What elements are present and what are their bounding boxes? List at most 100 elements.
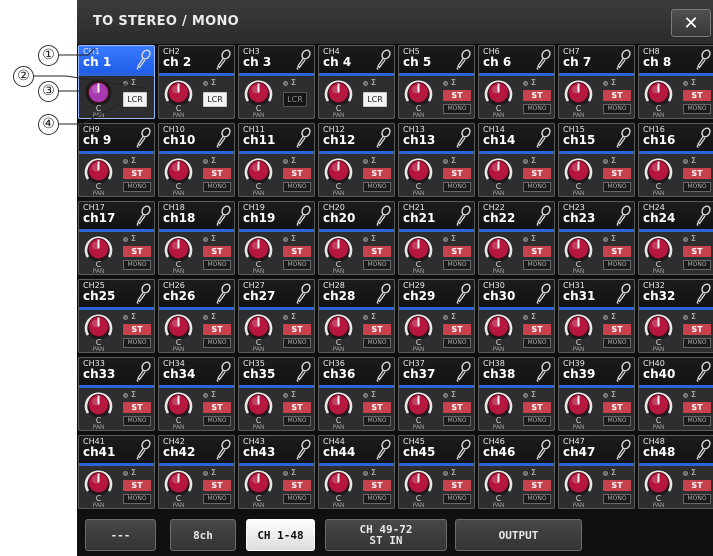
mono-button[interactable]: MONO — [683, 260, 711, 270]
st-button[interactable]: ST — [363, 402, 391, 413]
bank-tab-1[interactable]: --- — [85, 519, 156, 551]
st-button[interactable]: ST — [603, 324, 631, 335]
mono-button[interactable]: MONO — [683, 104, 711, 114]
st-button[interactable]: ST — [363, 168, 391, 179]
channel-header[interactable]: CH6 ch 6 — [479, 46, 554, 73]
st-button[interactable]: ST — [443, 480, 471, 491]
st-button[interactable]: ST — [443, 168, 471, 179]
channel-header[interactable]: CH12 ch12 — [319, 124, 394, 151]
mono-button[interactable]: MONO — [683, 338, 711, 348]
mono-button[interactable]: MONO — [443, 104, 471, 114]
channel-header[interactable]: CH40 ch40 — [639, 358, 713, 385]
mono-button[interactable]: MONO — [363, 494, 391, 504]
channel-header[interactable]: CH10 ch10 — [159, 124, 234, 151]
mono-button[interactable]: MONO — [443, 338, 471, 348]
mono-button[interactable]: MONO — [203, 182, 231, 192]
channel-header[interactable]: CH21 ch21 — [399, 202, 474, 229]
channel-header[interactable]: CH42 ch42 — [159, 436, 234, 463]
bank-tab-5[interactable]: OUTPUT — [455, 519, 582, 551]
channel-header[interactable]: CH15 ch15 — [559, 124, 634, 151]
st-button[interactable]: ST — [683, 168, 711, 179]
channel-header[interactable]: CH23 ch23 — [559, 202, 634, 229]
mono-button[interactable]: MONO — [523, 104, 551, 114]
mono-button[interactable]: MONO — [523, 260, 551, 270]
mono-button[interactable]: MONO — [603, 338, 631, 348]
channel-header[interactable]: CH14 ch14 — [479, 124, 554, 151]
channel-header[interactable]: CH20 ch20 — [319, 202, 394, 229]
channel-header[interactable]: CH4 ch 4 — [319, 46, 394, 73]
bank-tab-2[interactable]: 8ch — [170, 519, 236, 551]
st-button[interactable]: ST — [443, 246, 471, 257]
mono-button[interactable]: MONO — [523, 416, 551, 426]
channel-header[interactable]: CH36 ch36 — [319, 358, 394, 385]
mono-button[interactable]: MONO — [203, 338, 231, 348]
channel-header[interactable]: CH9 ch 9 — [79, 124, 154, 151]
channel-header[interactable]: CH43 ch43 — [239, 436, 314, 463]
mono-button[interactable]: MONO — [363, 182, 391, 192]
mono-button[interactable]: MONO — [523, 494, 551, 504]
st-button[interactable]: ST — [123, 480, 151, 491]
channel-header[interactable]: CH1 ch 1 — [79, 46, 154, 73]
st-button[interactable]: ST — [283, 480, 311, 491]
st-button[interactable]: ST — [283, 402, 311, 413]
mono-button[interactable]: MONO — [123, 338, 151, 348]
channel-header[interactable]: CH28 ch28 — [319, 280, 394, 307]
mono-button[interactable]: MONO — [443, 494, 471, 504]
st-button[interactable]: ST — [443, 402, 471, 413]
channel-header[interactable]: CH29 ch29 — [399, 280, 474, 307]
lcr-button[interactable]: LCR — [283, 92, 307, 107]
st-button[interactable]: ST — [363, 324, 391, 335]
st-button[interactable]: ST — [523, 90, 551, 101]
channel-header[interactable]: CH47 ch47 — [559, 436, 634, 463]
mono-button[interactable]: MONO — [683, 416, 711, 426]
channel-header[interactable]: CH11 ch11 — [239, 124, 314, 151]
st-button[interactable]: ST — [523, 480, 551, 491]
mono-button[interactable]: MONO — [363, 338, 391, 348]
channel-header[interactable]: CH37 ch37 — [399, 358, 474, 385]
lcr-button[interactable]: LCR — [363, 92, 387, 107]
st-button[interactable]: ST — [283, 246, 311, 257]
close-button[interactable]: ✕ — [671, 9, 711, 37]
channel-header[interactable]: CH41 ch41 — [79, 436, 154, 463]
bank-tab-3[interactable]: CH 1-48 — [246, 519, 315, 551]
channel-header[interactable]: CH2 ch 2 — [159, 46, 234, 73]
mono-button[interactable]: MONO — [123, 182, 151, 192]
mono-button[interactable]: MONO — [443, 182, 471, 192]
st-button[interactable]: ST — [523, 324, 551, 335]
channel-header[interactable]: CH19 ch19 — [239, 202, 314, 229]
lcr-button[interactable]: LCR — [203, 92, 227, 107]
st-button[interactable]: ST — [443, 324, 471, 335]
channel-header[interactable]: CH16 ch16 — [639, 124, 713, 151]
mono-button[interactable]: MONO — [603, 494, 631, 504]
channel-header[interactable]: CH32 ch32 — [639, 280, 713, 307]
mono-button[interactable]: MONO — [283, 416, 311, 426]
mono-button[interactable]: MONO — [523, 338, 551, 348]
st-button[interactable]: ST — [123, 168, 151, 179]
mono-button[interactable]: MONO — [283, 338, 311, 348]
mono-button[interactable]: MONO — [203, 494, 231, 504]
channel-header[interactable]: CH24 ch24 — [639, 202, 713, 229]
channel-header[interactable]: CH26 ch26 — [159, 280, 234, 307]
mono-button[interactable]: MONO — [683, 182, 711, 192]
channel-header[interactable]: CH48 ch48 — [639, 436, 713, 463]
channel-header[interactable]: CH39 ch39 — [559, 358, 634, 385]
channel-header[interactable]: CH25 ch25 — [79, 280, 154, 307]
mono-button[interactable]: MONO — [363, 260, 391, 270]
st-button[interactable]: ST — [283, 324, 311, 335]
st-button[interactable]: ST — [603, 246, 631, 257]
st-button[interactable]: ST — [123, 324, 151, 335]
mono-button[interactable]: MONO — [123, 494, 151, 504]
st-button[interactable]: ST — [203, 402, 231, 413]
channel-header[interactable]: CH18 ch18 — [159, 202, 234, 229]
mono-button[interactable]: MONO — [203, 260, 231, 270]
st-button[interactable]: ST — [603, 168, 631, 179]
st-button[interactable]: ST — [683, 324, 711, 335]
mono-button[interactable]: MONO — [523, 182, 551, 192]
st-button[interactable]: ST — [683, 402, 711, 413]
st-button[interactable]: ST — [523, 246, 551, 257]
channel-header[interactable]: CH27 ch27 — [239, 280, 314, 307]
channel-header[interactable]: CH7 ch 7 — [559, 46, 634, 73]
channel-header[interactable]: CH30 ch30 — [479, 280, 554, 307]
channel-header[interactable]: CH17 ch17 — [79, 202, 154, 229]
st-button[interactable]: ST — [123, 402, 151, 413]
